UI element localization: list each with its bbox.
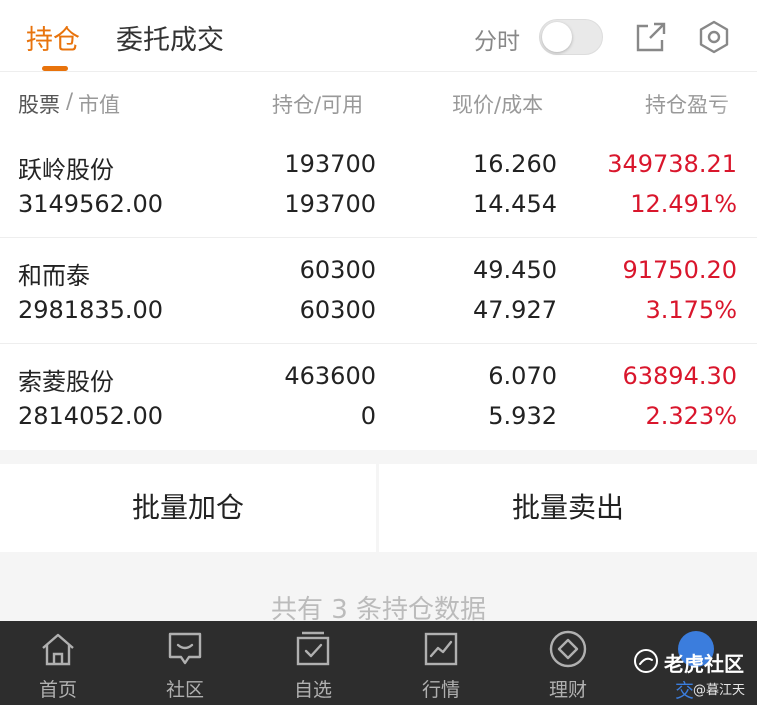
position-qty: 463600 [284, 362, 376, 390]
watchlist-icon [296, 631, 330, 666]
column-position-available[interactable]: 持仓/可用 [272, 89, 363, 119]
available-qty: 193700 [284, 190, 376, 218]
nav-label-community: 社区 [165, 679, 204, 701]
nav-label-wealth: 理财 [548, 679, 587, 701]
tab-holdings[interactable]: 持仓 [26, 18, 80, 57]
nav-item-watchlist[interactable]: 自选 [263, 621, 363, 705]
position-pnl: 63894.30 [622, 362, 737, 390]
column-price-cost[interactable]: 现价/成本 [452, 89, 543, 119]
nav-label-watchlist: 自选 [293, 679, 332, 701]
position-qty: 193700 [284, 150, 376, 178]
position-pnl: 91750.20 [622, 256, 737, 284]
batch-sell-button[interactable]: 批量卖出 [379, 464, 757, 552]
position-pnl-percent: 2.323% [645, 402, 737, 430]
current-price: 49.450 [473, 256, 557, 284]
nav-item-wealth[interactable]: 理财 [518, 621, 618, 705]
share-icon[interactable] [634, 20, 668, 54]
watermark-brand: 老虎社区 [664, 652, 744, 676]
column-separator: / [66, 89, 74, 113]
stock-name: 跃岭股份 [18, 156, 114, 184]
toggle-knob [542, 22, 572, 52]
position-pnl-percent: 12.491% [630, 190, 737, 218]
holding-row[interactable]: 和而泰 2981835.00 60300 60300 49.450 47.927… [0, 238, 757, 344]
cost-price: 5.932 [488, 402, 557, 430]
nav-label-home: 首页 [38, 679, 77, 701]
nav-item-community[interactable]: 社区 [135, 621, 235, 705]
chart-icon [424, 632, 458, 666]
market-value: 2981835.00 [18, 296, 164, 324]
home-icon [42, 633, 74, 666]
intraday-label: 分时 [474, 29, 520, 55]
holding-row[interactable]: 跃岭股份 3149562.00 193700 193700 16.260 14.… [0, 132, 757, 238]
cost-price: 14.454 [473, 190, 557, 218]
nav-label-market: 行情 [421, 679, 460, 701]
market-value: 3149562.00 [18, 190, 164, 218]
stock-name: 索菱股份 [18, 368, 114, 396]
nav-item-market[interactable]: 行情 [391, 621, 491, 705]
batch-add-button[interactable]: 批量加仓 [0, 464, 376, 552]
batch-action-bar: 批量加仓 批量卖出 [0, 450, 757, 555]
intraday-toggle[interactable] [539, 19, 603, 55]
diamond-icon [549, 630, 587, 668]
cost-price: 47.927 [473, 296, 557, 324]
tab-orders-trades[interactable]: 委托成交 [116, 18, 224, 57]
nav-item-home[interactable]: 首页 [8, 621, 108, 705]
position-pnl-percent: 3.175% [645, 296, 737, 324]
chat-icon [168, 632, 202, 665]
market-value: 2814052.00 [18, 402, 164, 430]
tiger-community-logo-icon [634, 649, 658, 673]
holdings-summary-area: 共有 3 条持仓数据 [0, 555, 757, 621]
available-qty: 0 [360, 402, 376, 430]
gear-icon[interactable] [696, 19, 732, 55]
current-price: 6.070 [488, 362, 557, 390]
current-price: 16.260 [473, 150, 557, 178]
stock-name: 和而泰 [18, 262, 90, 290]
watermark-user: @暮江天 [693, 683, 746, 698]
available-qty: 60300 [299, 296, 376, 324]
active-tab-indicator [42, 66, 68, 71]
column-stock[interactable]: 股票 [18, 89, 60, 119]
top-tab-bar: 持仓 委托成交 分时 [0, 0, 757, 72]
position-pnl: 349738.21 [607, 150, 737, 178]
holdings-column-header: 股票 / 市值 持仓/可用 现价/成本 持仓盈亏 [0, 72, 757, 132]
holding-row[interactable]: 索菱股份 2814052.00 463600 0 6.070 5.932 638… [0, 344, 757, 450]
position-qty: 60300 [299, 256, 376, 284]
column-market-value[interactable]: 市值 [78, 89, 120, 119]
nav-label-trade: 交 [675, 680, 695, 702]
column-scroll-fade [717, 78, 757, 122]
holdings-count-text: 共有 3 条持仓数据 [270, 595, 487, 621]
